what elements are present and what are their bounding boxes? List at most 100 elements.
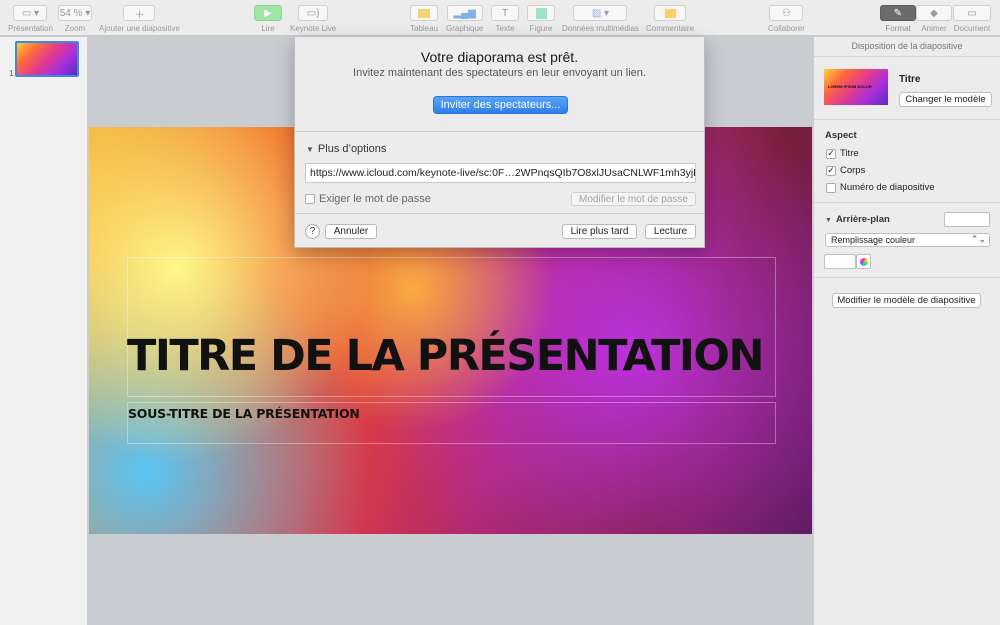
edit-master-button[interactable]: Modifier le modèle de diapositive [832, 293, 981, 308]
play-label: Lire [261, 24, 275, 33]
more-options-label: Plus d’options [317, 143, 387, 155]
view-icon: ▭ ▾ [13, 5, 48, 21]
dialog-subheading: Invitez maintenant des spectateurs en le… [353, 67, 646, 79]
slide-subtitle[interactable]: SOUS-TITRE DE LA PRÉSENTATION [128, 406, 360, 421]
background-heading-label: Arrière-plan [835, 214, 890, 225]
animate-icon: ◆ [916, 5, 952, 21]
require-password-checkbox[interactable]: Exiger le mot de passe [305, 193, 431, 205]
master-name: Titre [899, 74, 921, 85]
media-label: Données multimédias [562, 24, 639, 33]
animate-button[interactable]: ◆ Animer [916, 5, 952, 33]
body-checkbox-label: Corps [840, 165, 866, 176]
dialog-heading: Votre diaporama est prêt. [420, 49, 579, 65]
slide-number-checkbox[interactable]: Numéro de diapositive [826, 182, 935, 193]
add-slide-button[interactable]: ＋ Ajouter une diapositive [99, 5, 180, 33]
keynote-live-button[interactable]: ▭) Keynote Live [290, 5, 336, 33]
shape-icon [527, 5, 555, 21]
keynote-live-icon: ▭) [298, 5, 329, 21]
body-checkbox[interactable]: ✓ Corps [826, 165, 865, 176]
slide-thumbnail[interactable] [15, 41, 79, 77]
plus-icon: ＋ [123, 5, 156, 21]
checkbox-box [305, 194, 315, 204]
master-thumbnail: LOREM IPSUM DOLOR [824, 69, 888, 105]
play-button[interactable]: ▶ Lire [254, 5, 282, 33]
format-button[interactable]: ✎ Format [880, 5, 916, 33]
color-well[interactable] [824, 254, 856, 269]
chart-label: Graphique [446, 24, 484, 33]
zoom-select[interactable]: 54 % ▾ [58, 5, 92, 21]
master-thumb-text: LOREM IPSUM DOLOR [828, 84, 872, 89]
format-brush-icon: ✎ [880, 5, 916, 21]
shape-label: Figure [529, 24, 553, 33]
text-icon: T [491, 5, 519, 21]
collaborate-icon: ⚇ [769, 5, 804, 21]
chart-icon: ▂▄▆ [446, 5, 483, 21]
title-checkbox-label: Titre [840, 148, 859, 159]
comment-label: Commentaire [646, 24, 695, 33]
disclosure-triangle-icon: ▼ [306, 145, 314, 154]
slide-navigator: 1 [0, 37, 88, 625]
more-options-disclosure[interactable]: ▼ Plus d’options [306, 143, 386, 155]
keynote-live-label: Keynote Live [290, 24, 337, 33]
collaborate-label: Collaborer [768, 24, 805, 33]
chart-button[interactable]: ▂▄▆ Graphique [446, 5, 483, 33]
media-icon: ▧ ▾ [573, 5, 628, 21]
live-url-field[interactable]: https://www.icloud.com/keynote-live/sc:0… [305, 163, 696, 183]
table-label: Tableau [410, 24, 439, 33]
play-icon: ▶ [254, 5, 282, 21]
play-now-button[interactable]: Lecture [645, 224, 696, 239]
checkmark-icon: ✓ [826, 165, 836, 176]
change-password-button[interactable]: Modifier le mot de passe [571, 192, 696, 206]
add-slide-label: Ajouter une diapositive [99, 24, 180, 33]
background-preview[interactable] [944, 212, 990, 227]
table-button[interactable]: Tableau [410, 5, 438, 33]
document-button[interactable]: ▭ Document [953, 5, 991, 33]
change-master-button[interactable]: Changer le modèle [899, 92, 992, 107]
format-inspector: Disposition de la diapositive LOREM IPSU… [813, 37, 1000, 625]
animate-label: Animer [921, 24, 947, 33]
zoom-value: 54 % [59, 7, 83, 19]
text-button[interactable]: T Texte [491, 5, 519, 33]
document-label: Document [953, 24, 991, 33]
appearance-heading: Aspect [825, 130, 857, 141]
background-heading[interactable]: ▼ Arrière-plan [825, 214, 890, 225]
disclosure-triangle-icon: ▼ [825, 217, 832, 224]
media-button[interactable]: ▧ ▾ Données multimédias [562, 5, 639, 33]
dialog-divider [295, 213, 704, 214]
fill-type-value: Remplissage couleur [831, 235, 916, 245]
color-wheel-button[interactable] [856, 254, 871, 269]
chevron-updown-icon: ⌃⌄ [970, 234, 986, 244]
collaborate-button[interactable]: ⚇ Collaborer [768, 5, 805, 33]
require-password-label: Exiger le mot de passe [319, 193, 431, 205]
color-wheel-icon [860, 258, 868, 266]
slide-number: 1 [9, 69, 14, 78]
title-checkbox[interactable]: ✓ Titre [826, 148, 859, 159]
zoom-control[interactable]: 54 % ▾ Zoom [58, 5, 92, 33]
fill-type-select[interactable]: Remplissage couleur ⌃⌄ [825, 233, 990, 247]
format-label: Format [885, 24, 911, 33]
inspector-header: Disposition de la diapositive [814, 37, 1000, 57]
shape-button[interactable]: Figure [527, 5, 555, 33]
help-button[interactable]: ? [305, 224, 320, 239]
comment-icon [654, 5, 686, 21]
text-label: Texte [495, 24, 515, 33]
inspector-divider [814, 119, 1000, 120]
inspector-divider [814, 202, 1000, 203]
cancel-button[interactable]: Annuler [325, 224, 377, 239]
presentation-view-label: Présentation [8, 24, 53, 33]
slide-title[interactable]: TITRE DE LA PRÉSENTATION [127, 331, 764, 381]
inspector-divider [814, 277, 1000, 278]
toolbar: ▭ ▾ Présentation 54 % ▾ Zoom ＋ Ajouter u… [0, 0, 1000, 36]
checkmark-icon: ✓ [826, 148, 836, 159]
zoom-label: Zoom [64, 24, 86, 33]
slide-number-checkbox-label: Numéro de diapositive [840, 182, 935, 193]
play-later-button[interactable]: Lire plus tard [562, 224, 637, 239]
invite-viewers-button[interactable]: Inviter des spectateurs... [433, 96, 568, 114]
checkbox-box [826, 182, 836, 193]
table-icon [410, 5, 439, 21]
dialog-divider [295, 131, 704, 132]
comment-button[interactable]: Commentaire [646, 5, 694, 33]
document-icon: ▭ [953, 5, 991, 21]
presentation-view-button[interactable]: ▭ ▾ Présentation [8, 5, 53, 33]
keynote-live-dialog: Votre diaporama est prêt. Invitez mainte… [294, 37, 705, 248]
